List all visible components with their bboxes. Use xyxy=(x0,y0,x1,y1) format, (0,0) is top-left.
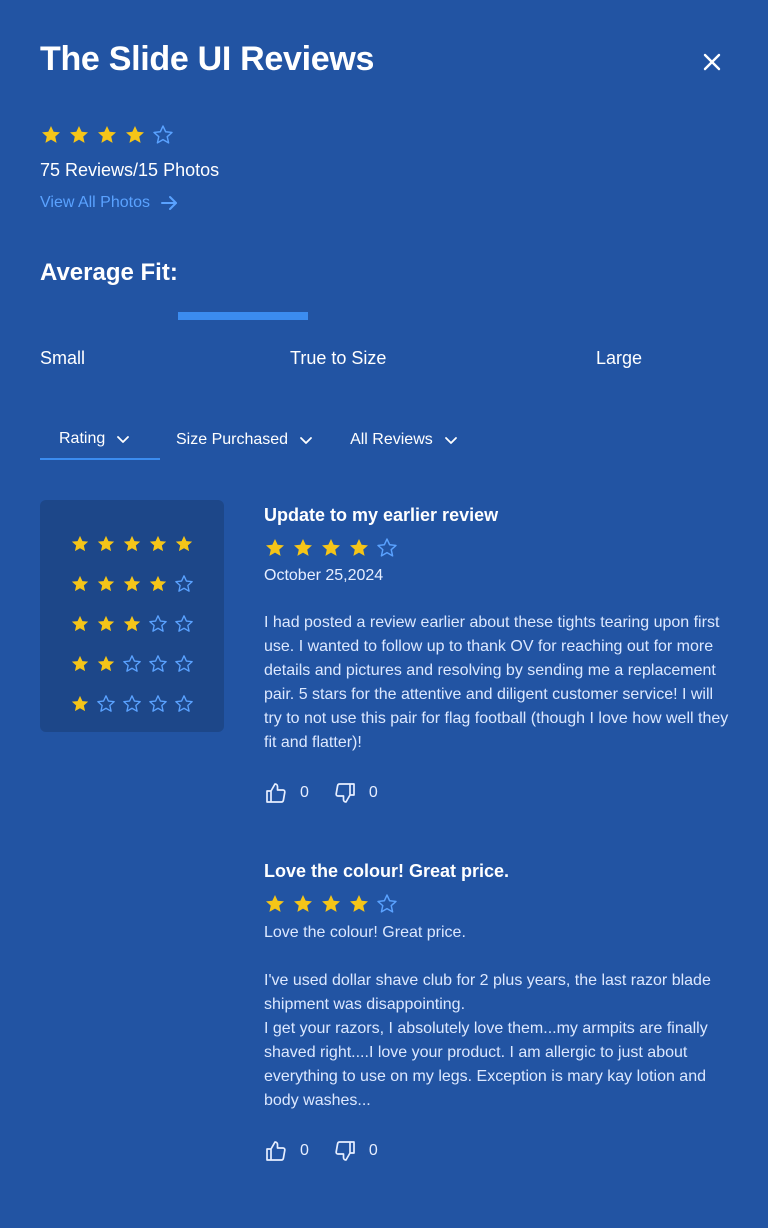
page-title: The Slide UI Reviews xyxy=(40,40,375,78)
thumbs-down-icon xyxy=(335,1141,355,1161)
view-all-photos-label: View All Photos xyxy=(40,194,150,211)
chevron-down-icon xyxy=(300,437,312,444)
star-filled-icon xyxy=(97,655,115,672)
chevron-down-icon xyxy=(444,437,457,444)
not-helpful-button[interactable]: 0 xyxy=(333,781,378,805)
review-card: Update to my earlier review October 25,2… xyxy=(264,501,730,805)
helpful-button[interactable]: 0 xyxy=(264,781,309,805)
star-filled-icon xyxy=(97,575,115,592)
star-empty-icon xyxy=(175,615,193,632)
star-filled-icon xyxy=(322,895,340,912)
star-filled-icon xyxy=(149,575,167,592)
star-filled-icon xyxy=(98,126,116,143)
star-empty-icon xyxy=(153,125,173,144)
fit-indicator xyxy=(177,312,309,320)
rating-filter-3-stars[interactable] xyxy=(40,604,224,644)
helpful-count: 0 xyxy=(300,1142,309,1159)
star-filled-icon xyxy=(266,895,284,912)
review-body: I had posted a review earlier about thes… xyxy=(264,614,729,751)
tab-size-purchased-label: Size Purchased xyxy=(176,431,289,448)
star-filled-icon xyxy=(294,895,312,912)
star-filled-icon xyxy=(149,535,167,552)
star-filled-icon xyxy=(322,539,340,556)
star-filled-icon xyxy=(175,535,193,552)
star-filled-icon xyxy=(42,126,60,143)
review-title: Update to my earlier review xyxy=(264,505,499,525)
star-filled-icon xyxy=(71,615,89,632)
star-filled-icon xyxy=(71,655,89,672)
arrow-right-icon xyxy=(161,196,177,210)
fit-label-large: Large xyxy=(596,348,643,368)
thumbs-up-icon xyxy=(266,783,286,803)
star-filled-icon xyxy=(70,126,88,143)
star-filled-icon xyxy=(350,895,368,912)
star-empty-icon xyxy=(149,615,167,632)
star-empty-icon xyxy=(97,695,115,712)
filter-tabs: Rating Size Purchased All Reviews xyxy=(40,420,459,460)
not-helpful-button[interactable]: 0 xyxy=(333,1139,378,1163)
tab-rating-label: Rating xyxy=(59,430,106,447)
star-empty-icon xyxy=(175,695,193,712)
helpful-count: 0 xyxy=(300,784,309,801)
fit-scale xyxy=(40,312,728,320)
star-empty-icon xyxy=(377,538,397,557)
star-filled-icon xyxy=(350,539,368,556)
rating-filter-5-stars[interactable] xyxy=(40,524,224,564)
star-empty-icon xyxy=(123,695,141,712)
close-icon[interactable] xyxy=(698,48,726,76)
reviews-photos-count: 75 Reviews/15 Photos xyxy=(40,160,220,180)
tab-size-purchased[interactable]: Size Purchased xyxy=(176,420,314,460)
not-helpful-count: 0 xyxy=(368,784,378,801)
review-votes: 0 0 xyxy=(264,781,730,805)
review-star-rating xyxy=(264,893,730,915)
star-filled-icon xyxy=(97,535,115,552)
star-filled-icon xyxy=(71,695,89,712)
review-title: Love the colour! Great price. xyxy=(264,861,510,881)
star-filled-icon xyxy=(294,539,312,556)
review-date: October 25,2024 xyxy=(264,567,384,584)
star-filled-icon xyxy=(71,535,89,552)
star-filled-icon xyxy=(126,126,144,143)
star-empty-icon xyxy=(123,655,141,672)
star-filled-icon xyxy=(266,539,284,556)
star-empty-icon xyxy=(149,655,167,672)
review-card: Love the colour! Great price. Love the c… xyxy=(264,857,730,1163)
rating-filter-4-stars[interactable] xyxy=(40,564,224,604)
star-filled-icon xyxy=(123,575,141,592)
thumbs-up-icon xyxy=(266,1141,286,1161)
rating-filter-2-stars[interactable] xyxy=(40,644,224,684)
helpful-button[interactable]: 0 xyxy=(264,1139,309,1163)
star-empty-icon xyxy=(175,575,193,592)
star-empty-icon xyxy=(377,894,397,913)
review-votes: 0 0 xyxy=(264,1139,730,1163)
tab-rating[interactable]: Rating xyxy=(40,420,160,460)
review-star-rating xyxy=(264,537,730,559)
review-body: Love the colour! Great price. I've used … xyxy=(264,924,711,1109)
fit-label-true-to-size: True to Size xyxy=(290,348,387,368)
star-filled-icon xyxy=(97,615,115,632)
tab-all-reviews-label: All Reviews xyxy=(350,431,433,448)
not-helpful-count: 0 xyxy=(368,1142,378,1159)
star-filled-icon xyxy=(123,615,141,632)
rating-filter-1-star[interactable] xyxy=(40,684,224,724)
star-filled-icon xyxy=(71,575,89,592)
summary-star-rating xyxy=(40,124,174,146)
star-empty-icon xyxy=(149,695,167,712)
rating-filter-panel xyxy=(40,500,224,732)
thumbs-down-icon xyxy=(335,783,355,803)
star-empty-icon xyxy=(175,655,193,672)
average-fit-title: Average Fit: xyxy=(40,259,178,286)
star-filled-icon xyxy=(123,535,141,552)
fit-label-small: Small xyxy=(40,348,86,368)
chevron-down-icon xyxy=(117,436,130,443)
tab-all-reviews[interactable]: All Reviews xyxy=(350,420,459,460)
view-all-photos-link[interactable]: View All Photos xyxy=(40,194,178,212)
